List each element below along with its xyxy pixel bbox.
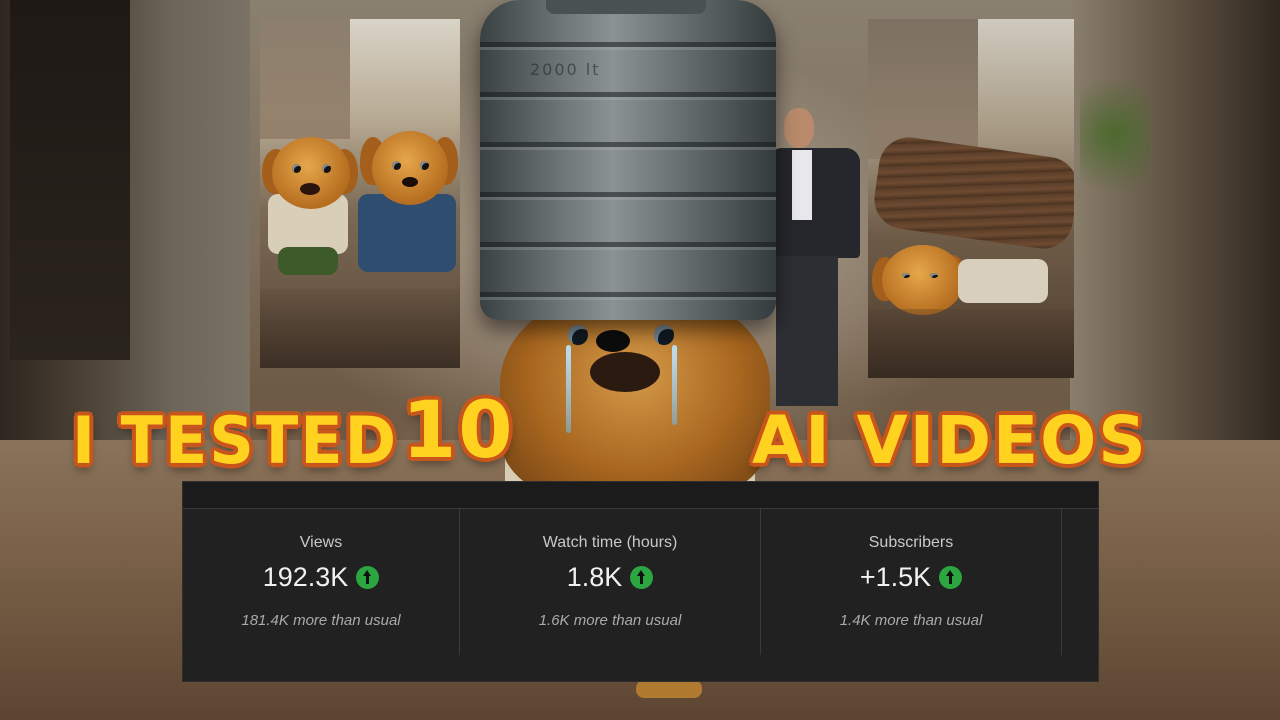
title-text-number: 10 xyxy=(402,386,515,476)
puppy-eye xyxy=(392,161,401,170)
panel-top-bar xyxy=(183,482,1098,509)
tank-lid xyxy=(546,0,706,14)
title-text-ai-videos: AI VIDEOS xyxy=(752,402,1148,479)
background-doorway xyxy=(10,0,130,360)
crying-puppy xyxy=(500,290,770,500)
puppy-mouth xyxy=(300,183,320,195)
stat-comparison: 1.4K more than usual xyxy=(839,612,983,629)
puppy-eye xyxy=(292,164,301,173)
stat-card-watch-time[interactable]: Watch time (hours) 1.8K 1.6K more than u… xyxy=(460,509,761,655)
puppy-mouth xyxy=(590,352,660,392)
stat-card-subscribers[interactable]: Subscribers +1.5K 1.4K more than usual xyxy=(761,509,1062,655)
stat-value-row: 192.3K xyxy=(183,562,459,593)
man-shirt xyxy=(792,150,812,220)
arrow-up-icon xyxy=(630,566,654,589)
background-foliage xyxy=(1080,60,1150,210)
water-tank xyxy=(480,0,776,320)
stat-value: 1.8K xyxy=(566,562,623,592)
thumb-ground xyxy=(868,309,1074,378)
stat-label: Subscribers xyxy=(868,534,954,551)
puppy-eye xyxy=(930,273,938,278)
man-in-suit xyxy=(768,108,860,408)
puppy-head xyxy=(372,131,448,205)
puppy-pants xyxy=(278,247,338,275)
stat-card-views[interactable]: Views 192.3K 181.4K more than usual xyxy=(183,509,460,655)
arrow-up-icon xyxy=(939,566,963,589)
stat-label: Watch time (hours) xyxy=(542,534,678,551)
puppy-shirt xyxy=(958,259,1048,303)
puppy-nose xyxy=(402,177,418,187)
stat-value: 192.3K xyxy=(262,562,349,592)
puppy-eye xyxy=(568,325,588,345)
puppy-eye xyxy=(902,273,910,278)
tear-drop xyxy=(672,345,677,425)
analytics-summary-panel: Views 192.3K 181.4K more than usual Watc… xyxy=(182,481,1099,682)
thumb-ground xyxy=(260,289,460,368)
stat-comparison: 1.6K more than usual xyxy=(538,612,682,629)
arrow-up-icon xyxy=(356,566,380,589)
stat-value-row: 1.8K xyxy=(460,562,760,593)
thumb-building xyxy=(260,19,350,139)
puppy-eye xyxy=(654,325,674,345)
thumbnail-puppy-under-log xyxy=(868,19,1074,378)
stat-card-partial xyxy=(1062,509,1098,655)
tank-marking: 2000 lt xyxy=(530,60,601,79)
tear-drop xyxy=(566,345,571,433)
man-legs xyxy=(776,256,838,406)
puppy-nose xyxy=(596,330,630,352)
stat-value-row: +1.5K xyxy=(761,562,1061,593)
puppy-eye xyxy=(420,161,429,170)
stat-value: +1.5K xyxy=(859,562,932,592)
man-suit-jacket xyxy=(768,148,860,258)
title-text-i-tested: I TESTED xyxy=(72,402,399,479)
puppy-head xyxy=(882,245,964,315)
stat-label: Views xyxy=(299,534,343,551)
thumbnail-two-puppies xyxy=(260,19,460,368)
puppy-eye xyxy=(322,164,331,173)
man-head xyxy=(784,108,814,148)
puppy-denim-jacket xyxy=(358,194,456,272)
thumb-building xyxy=(868,19,978,159)
puppy-head xyxy=(272,137,350,209)
stat-comparison: 181.4K more than usual xyxy=(241,612,401,629)
wooden-log xyxy=(870,133,1074,253)
puppy-feet xyxy=(636,680,702,698)
